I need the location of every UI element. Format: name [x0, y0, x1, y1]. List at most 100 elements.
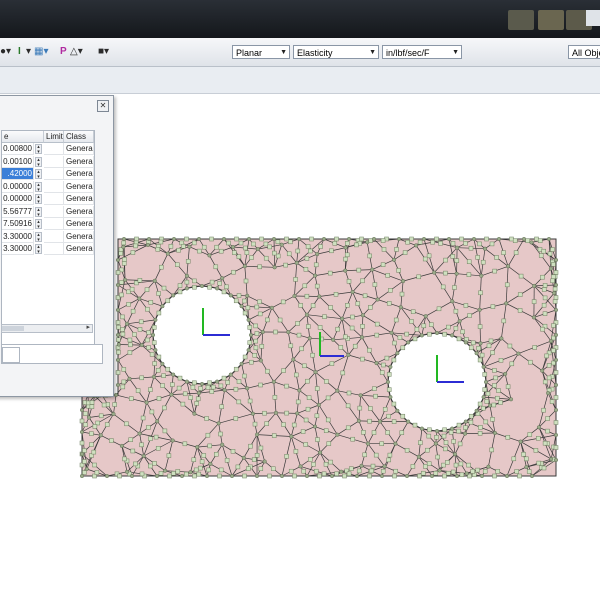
mid-node-marker: [145, 337, 150, 343]
mid-node-marker: [146, 425, 151, 430]
table-cell-value[interactable]: 0.00800: [2, 143, 34, 155]
mesh-node: [199, 382, 204, 387]
table-cell-class[interactable]: General: [64, 155, 94, 168]
column-header[interactable]: Limit: [44, 131, 64, 143]
mid-node-marker: [253, 338, 258, 344]
mesh-node: [499, 336, 504, 341]
table-cell-class[interactable]: General: [64, 218, 94, 230]
table-cell-class[interactable]: General: [64, 243, 94, 255]
mid-node-marker: [122, 257, 127, 262]
mid-node-marker: [249, 359, 254, 365]
table-cell-limit[interactable]: [44, 230, 64, 243]
mid-node-marker: [300, 429, 306, 434]
mesh-node: [179, 474, 184, 479]
spinner-icon[interactable]: ▴ ▾: [35, 144, 42, 155]
spinner-icon[interactable]: ▴ ▾: [35, 244, 42, 255]
table-cell-limit[interactable]: [44, 193, 64, 205]
mid-node-marker: [83, 411, 88, 416]
mid-node-marker: [176, 385, 182, 391]
mid-node-marker: [92, 424, 98, 429]
mid-node-marker: [119, 280, 124, 285]
mid-node-marker: [451, 439, 456, 444]
mid-node-marker: [284, 454, 289, 459]
spinner-icon[interactable]: ▴ ▾: [35, 194, 42, 205]
mesh-node: [554, 308, 559, 313]
table-cell-class[interactable]: General: [64, 143, 94, 155]
mesh-node: [365, 240, 370, 245]
mesh-node: [272, 265, 277, 270]
mid-node-marker: [441, 462, 446, 468]
mesh-node: [184, 379, 189, 384]
table-cell-limit[interactable]: [44, 180, 64, 193]
mid-node-marker: [477, 431, 483, 436]
table-cell-class[interactable]: General: [64, 193, 94, 205]
table-cell-value[interactable]: 0.00000: [2, 193, 34, 205]
mid-node-marker: [399, 430, 405, 435]
table-cell-value[interactable]: 0.00000: [2, 180, 34, 193]
mid-node-marker: [115, 370, 121, 375]
mid-node-marker: [206, 467, 211, 473]
mid-node-marker: [137, 278, 143, 283]
spinner-icon[interactable]: ▴ ▾: [35, 231, 42, 242]
table-cell-limit[interactable]: [44, 243, 64, 255]
spinner-icon[interactable]: ▴ ▾: [35, 206, 42, 217]
table-cell-value[interactable]: 7.50916: [2, 218, 34, 230]
mid-node-marker: [545, 428, 550, 434]
spinner-icon[interactable]: ▴ ▾: [35, 156, 42, 167]
mid-node-marker: [328, 459, 333, 465]
table-cell-value[interactable]: 3.30000: [2, 230, 34, 243]
mid-node-marker: [443, 440, 449, 445]
mid-node-marker: [242, 354, 248, 360]
mid-node-marker: [302, 283, 308, 289]
mid-node-marker: [196, 471, 202, 477]
close-icon[interactable]: ✕: [97, 100, 109, 112]
mesh-node: [230, 244, 235, 249]
mid-node-marker: [458, 461, 464, 467]
column-header[interactable]: Class: [64, 131, 94, 143]
mid-node-marker: [396, 268, 401, 273]
table-cell-value[interactable]: 3.30000: [2, 243, 34, 255]
mesh-node: [522, 236, 527, 241]
table-cell-limit[interactable]: [44, 168, 64, 180]
mid-node-marker: [446, 324, 451, 330]
spinner-icon[interactable]: ▴ ▾: [35, 181, 42, 192]
table-cell-value[interactable]: 5.56777: [2, 205, 34, 218]
mid-node-marker: [345, 403, 351, 409]
mid-node-marker: [412, 336, 418, 342]
mid-node-marker: [156, 291, 161, 296]
table-cell-class[interactable]: General: [64, 180, 94, 193]
table-cell-limit[interactable]: [44, 143, 64, 155]
horizontal-scrollbar[interactable]: ▸: [1, 324, 93, 333]
mid-node-marker: [313, 468, 319, 474]
mid-node-marker: [121, 379, 127, 385]
mesh-node: [116, 342, 121, 347]
mid-node-marker: [379, 441, 384, 446]
dialog-input[interactable]: [2, 347, 20, 363]
chevron-right-icon[interactable]: ▸: [86, 323, 90, 331]
spinner-icon[interactable]: ▴ ▾: [35, 169, 42, 180]
table-cell-class[interactable]: General: [64, 205, 94, 218]
mid-node-marker: [121, 261, 127, 266]
table-cell-class[interactable]: General: [64, 230, 94, 243]
mesh-node: [241, 455, 246, 460]
mid-node-marker: [184, 236, 189, 242]
mid-node-marker: [184, 471, 189, 477]
mid-node-marker: [418, 440, 423, 445]
table-cell-limit[interactable]: [44, 155, 64, 168]
mid-node-marker: [459, 236, 464, 242]
table-cell-limit[interactable]: [44, 205, 64, 218]
spinner-icon[interactable]: ▴ ▾: [35, 219, 42, 230]
mesh-node: [554, 333, 559, 338]
mid-node-marker: [89, 400, 95, 405]
table-cell-value[interactable]: 0.00100: [2, 155, 34, 168]
table-cell-class[interactable]: General: [64, 168, 94, 180]
mesh-node: [463, 419, 468, 424]
column-header[interactable]: e: [2, 131, 44, 143]
mesh-node: [153, 348, 158, 353]
mesh-node: [184, 286, 189, 291]
scrollbar-thumb[interactable]: [2, 326, 24, 331]
mid-node-marker: [511, 456, 517, 462]
table-cell-limit[interactable]: [44, 218, 64, 230]
mid-node-marker: [115, 270, 121, 275]
table-cell-value[interactable]: .42000: [2, 168, 34, 180]
